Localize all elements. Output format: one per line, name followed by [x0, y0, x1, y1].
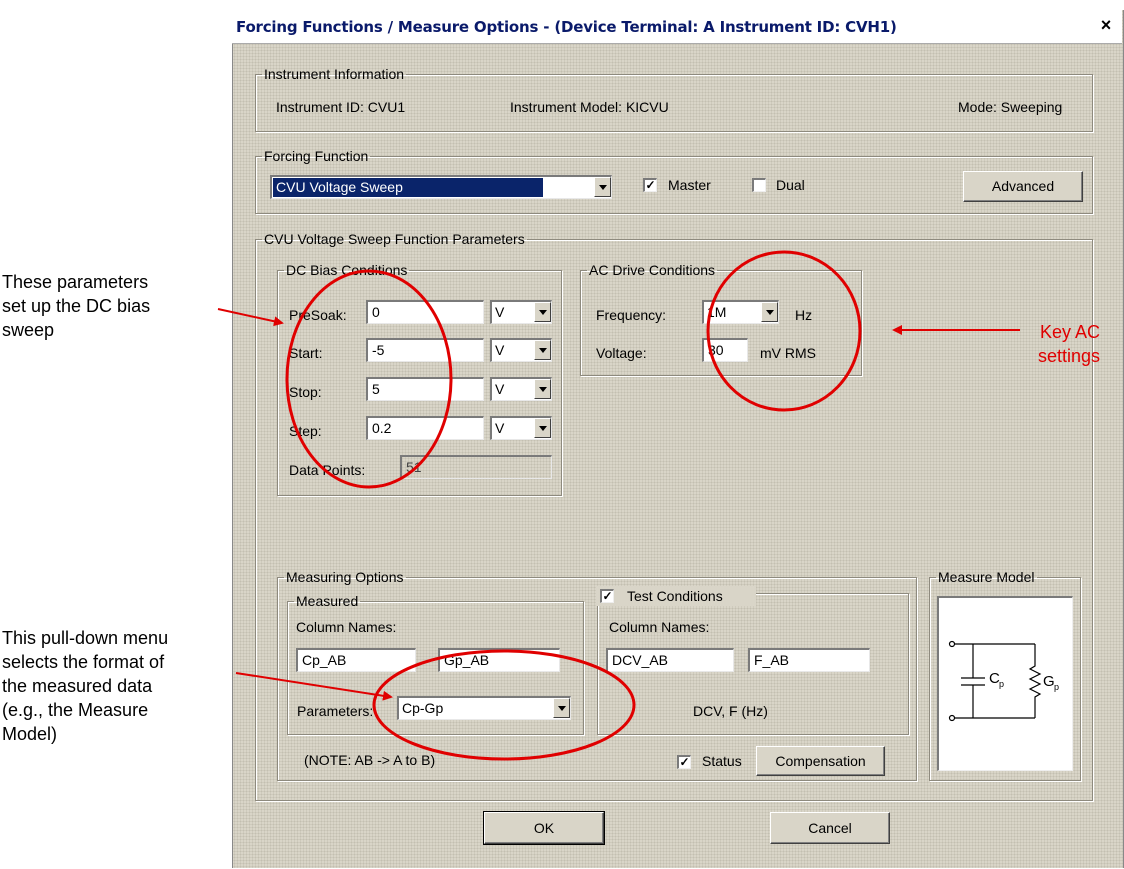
annotation-overlay	[217, 250, 1020, 761]
dc-arrow	[217, 308, 284, 327]
menu-arrow	[235, 672, 393, 701]
parameters-highlight-ellipse	[372, 649, 636, 761]
ac-highlight-ellipse	[706, 250, 862, 412]
dc-highlight-ellipse	[285, 269, 453, 489]
